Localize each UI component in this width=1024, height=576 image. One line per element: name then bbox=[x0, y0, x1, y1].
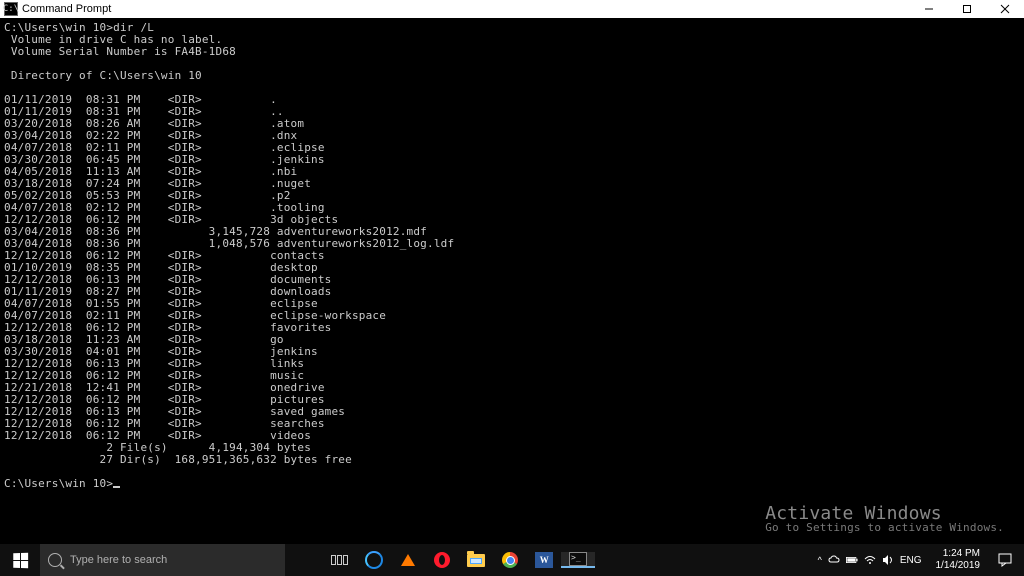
windows-logo-icon bbox=[13, 552, 28, 567]
battery-tray-icon[interactable] bbox=[846, 554, 858, 566]
language-indicator[interactable]: ENG bbox=[900, 555, 922, 566]
folder-icon bbox=[467, 554, 485, 567]
app-word[interactable]: W bbox=[527, 552, 561, 568]
cmd-icon: C:\ bbox=[4, 2, 18, 16]
current-prompt[interactable]: C:\Users\win 10> bbox=[4, 477, 113, 490]
system-tray[interactable]: ^ ENG bbox=[812, 554, 928, 566]
taskbar: Type here to search W >_ ^ bbox=[0, 544, 1024, 576]
clock[interactable]: 1:24 PM 1/14/2019 bbox=[930, 548, 987, 572]
activate-windows-watermark: Activate Windows Go to Settings to activa… bbox=[765, 508, 1004, 534]
opera-icon bbox=[434, 552, 450, 568]
app-opera[interactable] bbox=[425, 552, 459, 568]
app-vlc[interactable] bbox=[391, 554, 425, 566]
app-edge[interactable] bbox=[357, 551, 391, 569]
app-command-prompt[interactable]: >_ bbox=[561, 552, 595, 568]
close-button[interactable] bbox=[986, 0, 1024, 18]
window-controls bbox=[910, 0, 1024, 18]
maximize-button[interactable] bbox=[948, 0, 986, 18]
task-view-button[interactable] bbox=[321, 555, 357, 565]
app-chrome[interactable] bbox=[493, 552, 527, 568]
task-view-icon bbox=[331, 555, 348, 565]
cmd-taskbar-icon: >_ bbox=[569, 552, 587, 566]
notification-icon bbox=[998, 553, 1012, 567]
command-prompt-window: C:\ Command Prompt C:\Users\win 10>dir /… bbox=[0, 0, 1024, 576]
chrome-icon bbox=[502, 552, 518, 568]
clock-date: 1/14/2019 bbox=[936, 560, 981, 572]
onedrive-tray-icon[interactable] bbox=[828, 554, 840, 566]
app-file-explorer[interactable] bbox=[459, 554, 493, 567]
search-icon bbox=[48, 553, 62, 567]
cursor bbox=[113, 486, 120, 488]
search-input[interactable]: Type here to search bbox=[40, 544, 285, 576]
search-placeholder: Type here to search bbox=[70, 554, 167, 566]
minimize-button[interactable] bbox=[910, 0, 948, 18]
word-icon: W bbox=[535, 552, 553, 568]
wifi-tray-icon[interactable] bbox=[864, 554, 876, 566]
vlc-icon bbox=[401, 554, 415, 566]
terminal-output[interactable]: C:\Users\win 10>dir /L Volume in drive C… bbox=[0, 18, 1024, 544]
watermark-title: Activate Windows bbox=[765, 508, 1004, 520]
volume-tray-icon[interactable] bbox=[882, 554, 894, 566]
action-center-button[interactable] bbox=[988, 553, 1022, 567]
start-button[interactable] bbox=[0, 553, 40, 568]
titlebar[interactable]: C:\ Command Prompt bbox=[0, 0, 1024, 18]
tray-overflow-icon[interactable]: ^ bbox=[818, 555, 822, 565]
watermark-subtitle: Go to Settings to activate Windows. bbox=[765, 522, 1004, 534]
clock-time: 1:24 PM bbox=[936, 548, 981, 560]
window-title: Command Prompt bbox=[22, 3, 910, 15]
edge-icon bbox=[365, 551, 383, 569]
